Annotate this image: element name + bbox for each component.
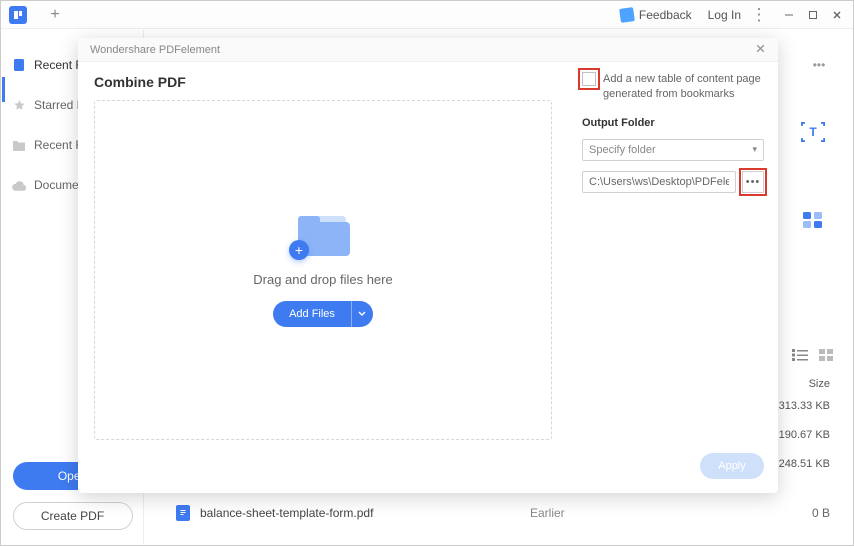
- main-more-menu[interactable]: •••: [808, 54, 830, 76]
- add-files-button[interactable]: Add Files: [273, 301, 351, 327]
- feedback-button[interactable]: Feedback: [612, 8, 700, 22]
- window-maximize-button[interactable]: [801, 1, 825, 29]
- file-size-cell: 190.67 KB: [779, 429, 830, 441]
- titlebar: + Feedback Log In ⋮: [1, 1, 853, 29]
- dialog-close-button[interactable]: [755, 42, 766, 57]
- sidebar-active-indicator: [2, 77, 5, 102]
- pdf-file-icon: [176, 505, 190, 521]
- file-name: balance-sheet-template-form.pdf: [200, 506, 373, 520]
- app-logo-icon: [9, 6, 27, 24]
- folder-add-icon: +: [292, 214, 354, 258]
- toc-checkbox-label: Add a new table of content page generate…: [603, 72, 764, 103]
- star-icon: [12, 98, 26, 112]
- add-files-dropdown-button[interactable]: [351, 301, 373, 327]
- apply-button: Apply: [700, 453, 764, 479]
- dialog-titlebar: Wondershare PDFelement: [78, 38, 778, 62]
- window-minimize-button[interactable]: [777, 1, 801, 29]
- dialog-heading: Combine PDF: [94, 74, 552, 90]
- more-menu-button[interactable]: ⋮: [749, 1, 769, 29]
- file-size: 0 B: [750, 506, 830, 520]
- svg-text:T: T: [809, 125, 817, 139]
- dialog-title: Wondershare PDFelement: [90, 44, 220, 56]
- output-path-input[interactable]: [582, 171, 736, 193]
- view-grid-toggle[interactable]: [818, 348, 834, 362]
- quick-actions: T: [796, 118, 830, 234]
- cloud-icon: [12, 178, 26, 192]
- ellipsis-icon: •••: [746, 176, 761, 188]
- toc-checkbox[interactable]: [582, 72, 596, 86]
- select-value: Specify folder: [589, 144, 656, 156]
- browse-folder-button[interactable]: •••: [742, 171, 764, 193]
- column-header-size: Size: [809, 378, 830, 390]
- new-tab-button[interactable]: +: [43, 3, 67, 27]
- output-folder-label: Output Folder: [582, 117, 764, 129]
- dropzone-label: Drag and drop files here: [253, 272, 392, 287]
- organize-tool-icon[interactable]: [796, 206, 830, 234]
- file-row[interactable]: balance-sheet-template-form.pdf Earlier …: [176, 505, 830, 521]
- combine-pdf-dialog: Wondershare PDFelement Combine PDF + Dra…: [78, 38, 778, 493]
- file-icon: [12, 58, 26, 72]
- feedback-icon: [619, 7, 635, 23]
- folder-icon: [12, 138, 26, 152]
- file-size-cell: 248.51 KB: [779, 458, 830, 470]
- window-close-button[interactable]: [825, 1, 849, 29]
- file-dropzone[interactable]: + Drag and drop files here Add Files: [94, 100, 552, 440]
- chevron-down-icon: ▾: [752, 144, 757, 155]
- ocr-tool-icon[interactable]: T: [796, 118, 830, 146]
- login-button[interactable]: Log In: [700, 8, 749, 22]
- file-date: Earlier: [530, 506, 750, 520]
- view-list-toggle[interactable]: [792, 348, 808, 362]
- feedback-label: Feedback: [639, 8, 692, 22]
- file-list-sizes: 313.33 KB 190.67 KB 248.51 KB: [779, 400, 830, 470]
- file-size-cell: 313.33 KB: [779, 400, 830, 412]
- create-pdf-button[interactable]: Create PDF: [13, 502, 133, 530]
- output-folder-select[interactable]: Specify folder ▾: [582, 139, 764, 161]
